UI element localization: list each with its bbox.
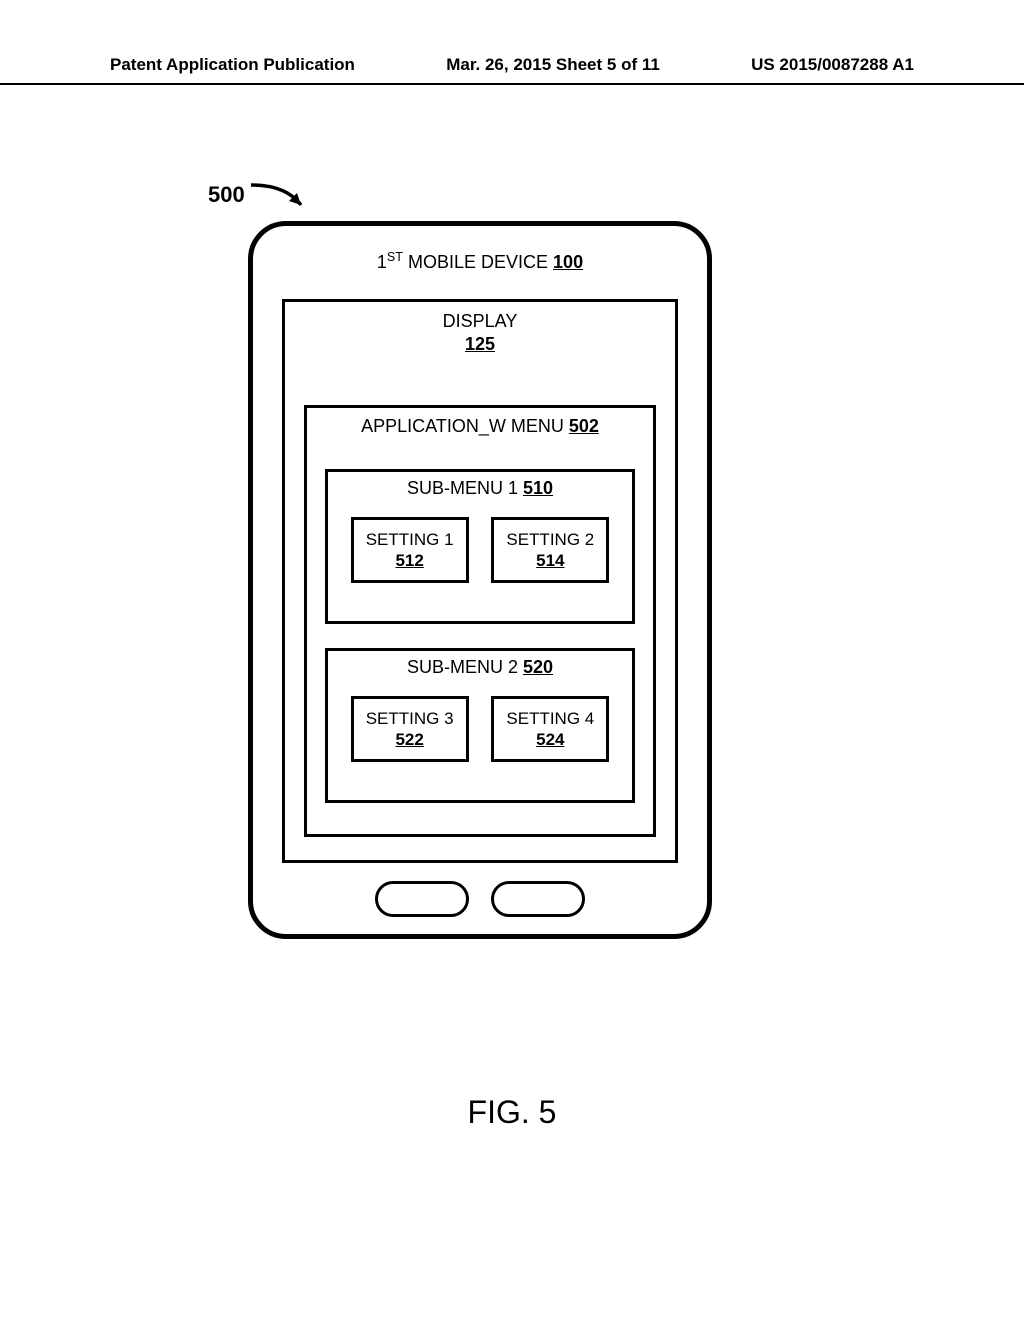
setting-2-box: SETTING 2 514 <box>491 517 609 583</box>
app-menu-ref: 502 <box>569 416 599 436</box>
hardware-button-right <box>491 881 585 917</box>
header-left: Patent Application Publication <box>110 55 355 75</box>
mobile-device-outline: 1ST MOBILE DEVICE 100 DISPLAY 125 APPLIC… <box>248 221 712 939</box>
figure-caption: FIG. 5 <box>0 1094 1024 1131</box>
app-menu-title: APPLICATION_W MENU 502 <box>361 416 599 437</box>
submenu-2-box: SUB-MENU 2 520 SETTING 3 522 SETTING 4 5… <box>325 648 635 803</box>
submenu-2-settings-row: SETTING 3 522 SETTING 4 524 <box>328 696 632 762</box>
device-title: 1ST MOBILE DEVICE 100 <box>377 250 583 273</box>
display-title: DISPLAY 125 <box>443 310 518 355</box>
display-ref: 125 <box>465 334 495 354</box>
page-header: Patent Application Publication Mar. 26, … <box>0 55 1024 85</box>
hardware-button-left <box>375 881 469 917</box>
leader-arrow-icon <box>249 175 309 215</box>
figure-reference-callout: 500 <box>208 175 309 215</box>
submenu-1-box: SUB-MENU 1 510 SETTING 1 512 SETTING 2 5… <box>325 469 635 624</box>
header-right: US 2015/0087288 A1 <box>751 55 914 75</box>
display-box: DISPLAY 125 APPLICATION_W MENU 502 SUB-M… <box>282 299 678 863</box>
device-ref: 100 <box>553 252 583 272</box>
figure-ref-number: 500 <box>208 182 245 208</box>
submenu-2-title: SUB-MENU 2 520 <box>407 657 553 678</box>
header-center: Mar. 26, 2015 Sheet 5 of 11 <box>446 55 660 75</box>
application-menu-box: APPLICATION_W MENU 502 SUB-MENU 1 510 SE… <box>304 405 656 837</box>
setting-3-box: SETTING 3 522 <box>351 696 469 762</box>
submenu-1-settings-row: SETTING 1 512 SETTING 2 514 <box>328 517 632 583</box>
setting-1-box: SETTING 1 512 <box>351 517 469 583</box>
setting-4-box: SETTING 4 524 <box>491 696 609 762</box>
submenu-1-title: SUB-MENU 1 510 <box>407 478 553 499</box>
hardware-buttons-row <box>253 881 707 917</box>
